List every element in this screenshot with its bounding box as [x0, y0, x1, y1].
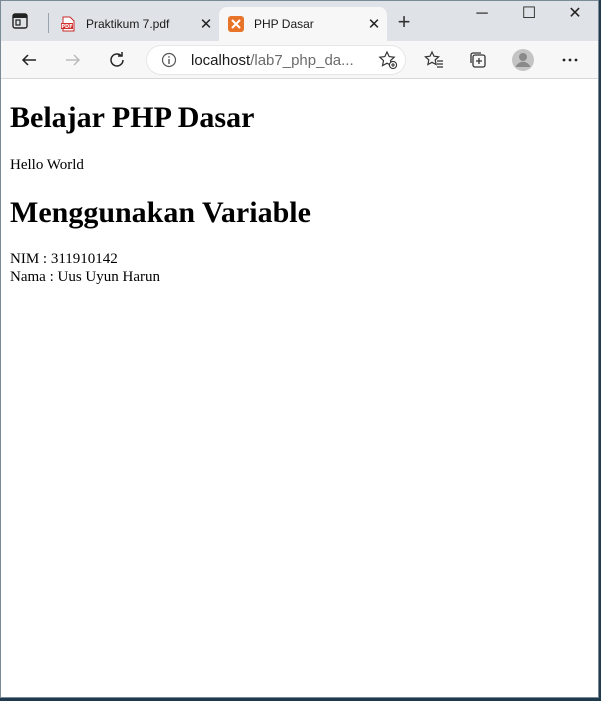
close-tab-icon[interactable]: ✕ [361, 15, 387, 33]
hello-text: Hello World [10, 157, 84, 173]
tab-title: Praktikum 7.pdf [86, 17, 170, 31]
tab-praktikum-pdf[interactable]: PDF Praktikum 7.pdf ✕ [51, 7, 219, 41]
address-bar[interactable]: localhost/lab7_php_da... [146, 45, 406, 75]
minimize-button[interactable]: ─ [459, 3, 505, 27]
browser-toolbar: localhost/lab7_php_da... [1, 41, 598, 79]
url-path: /lab7_php_da... [250, 51, 354, 69]
xampp-icon [228, 16, 244, 32]
close-window-button[interactable]: ✕ [552, 3, 598, 27]
profile-avatar-icon[interactable] [510, 47, 536, 73]
info-icon[interactable] [161, 52, 177, 68]
tab-php-dasar[interactable]: PHP Dasar ✕ [219, 7, 387, 41]
tab-actions-icon[interactable] [11, 12, 29, 30]
maximize-button[interactable]: ☐ [506, 3, 552, 27]
url-text[interactable]: localhost/lab7_php_da... [191, 52, 377, 69]
page-heading: Belajar PHP Dasar [10, 101, 255, 134]
nama-text: Nama : Uus Uyun Harun [10, 269, 160, 285]
tab-separator [48, 13, 49, 33]
svg-text:PDF: PDF [61, 24, 72, 30]
url-host: localhost [191, 51, 251, 69]
add-favorite-icon[interactable] [377, 49, 399, 71]
collections-icon[interactable] [465, 47, 491, 73]
nim-text: NIM : 311910142 [10, 251, 118, 267]
favorites-icon[interactable] [421, 47, 447, 73]
refresh-icon[interactable] [104, 47, 130, 73]
close-tab-icon[interactable]: ✕ [193, 15, 219, 33]
page-content: Belajar PHP Dasar Hello World Menggunaka… [1, 79, 598, 697]
tab-title: PHP Dasar [254, 17, 314, 31]
browser-window: PDF Praktikum 7.pdf ✕ PHP Dasar ✕ + ─ ☐ … [0, 0, 599, 698]
tab-strip: PDF Praktikum 7.pdf ✕ PHP Dasar ✕ + ─ ☐ … [1, 1, 598, 41]
section-heading: Menggunakan Variable [10, 196, 311, 229]
pdf-icon: PDF [60, 16, 76, 32]
back-arrow-icon[interactable] [16, 47, 42, 73]
forward-arrow-icon[interactable] [60, 47, 86, 73]
more-menu-icon[interactable] [557, 47, 583, 73]
new-tab-button[interactable]: + [393, 11, 415, 34]
